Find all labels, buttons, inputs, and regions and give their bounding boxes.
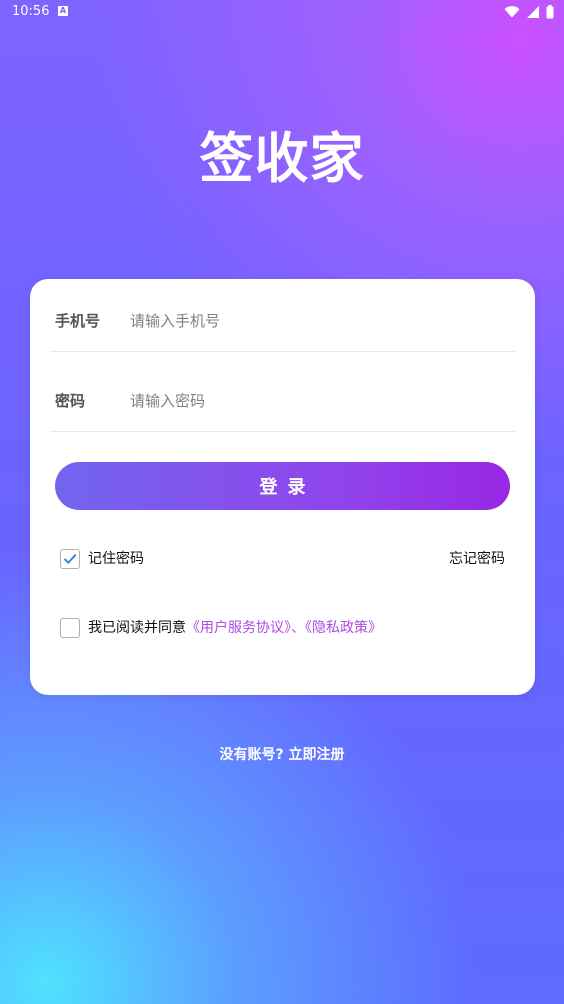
- app-title: 签收家: [199, 127, 365, 190]
- check-icon: [64, 554, 77, 564]
- phone-input[interactable]: [130, 307, 500, 335]
- status-bar: 10:56 A: [0, 0, 564, 24]
- agreement-separator: 、: [291, 620, 305, 636]
- agreement-row: 我已阅读并同意《用户服务协议》、《隐私政策》: [60, 616, 505, 640]
- privacy-policy-link[interactable]: 《隐私政策》: [305, 620, 382, 636]
- agreement-text: 我已阅读并同意《用户服务协议》、《隐私政策》: [88, 618, 382, 638]
- login-button[interactable]: 登录: [55, 462, 510, 510]
- battery-icon: [546, 5, 554, 19]
- phone-field: 手机号: [50, 279, 515, 352]
- status-time: 10:56: [12, 4, 50, 19]
- agreement-prefix: 我已阅读并同意: [88, 620, 186, 636]
- remember-password-label: 记住密码: [88, 551, 144, 567]
- remember-password-checkbox[interactable]: [60, 549, 80, 569]
- service-agreement-link[interactable]: 《用户服务协议》: [186, 620, 291, 636]
- register-link[interactable]: 没有账号? 立即注册: [0, 745, 564, 765]
- password-label: 密码: [55, 392, 86, 410]
- status-icons: [504, 4, 554, 20]
- forgot-password-link[interactable]: 忘记密码: [449, 549, 505, 569]
- wifi-icon: [504, 6, 520, 18]
- login-card: 手机号 密码 登录 记住密码 忘记密码 我已阅读并同意《用户服务协议》、《隐私政…: [30, 279, 535, 695]
- password-field: 密码: [50, 359, 515, 432]
- phone-label: 手机号: [55, 312, 101, 330]
- signal-icon: [527, 6, 539, 18]
- remember-password-row: 记住密码 忘记密码: [60, 547, 505, 571]
- a-icon: A: [58, 6, 68, 16]
- password-input[interactable]: [130, 387, 500, 415]
- agreement-checkbox[interactable]: [60, 618, 80, 638]
